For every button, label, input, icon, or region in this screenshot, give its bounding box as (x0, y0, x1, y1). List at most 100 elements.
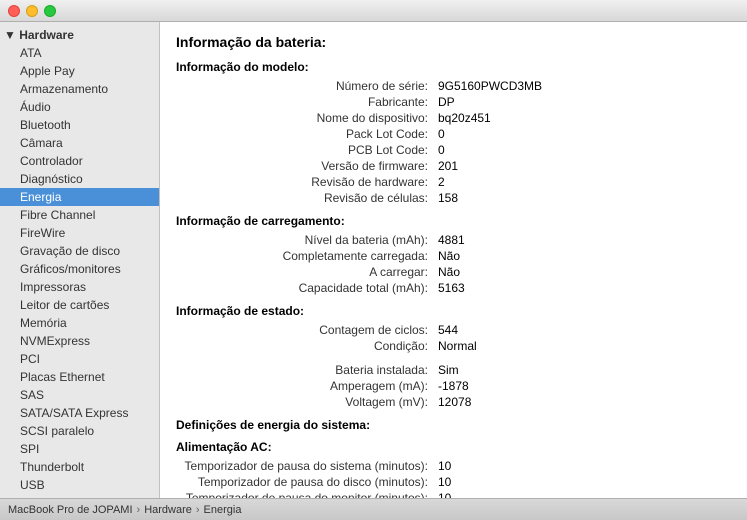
sidebar-item-armazenamento[interactable]: Armazenamento (0, 80, 159, 98)
sidebar-item-impressoras[interactable]: Impressoras (0, 278, 159, 296)
breadcrumb: MacBook Pro de JOPAMI › Hardware › Energ… (8, 504, 241, 516)
section-3: Bateria instalada:SimAmperagem (mA):-187… (176, 362, 731, 410)
row-label: Amperagem (mA): (176, 378, 436, 394)
row-label: Voltagem (mV): (176, 394, 436, 410)
table-row: A carregar:Não (176, 264, 731, 280)
table-row: Condição:Normal (176, 338, 731, 354)
section-2: Informação de estado: Contagem de ciclos:… (176, 304, 731, 354)
row-label: Número de série: (176, 78, 436, 94)
row-label: Versão de firmware: (176, 158, 436, 174)
maximize-button[interactable] (44, 5, 56, 17)
sidebar-item-firewire[interactable]: FireWire (0, 224, 159, 242)
sidebar-item-graficos-monitores[interactable]: Gráficos/monitores (0, 260, 159, 278)
sidebar-item-bluetooth[interactable]: Bluetooth (0, 116, 159, 134)
row-label: Nome do dispositivo: (176, 110, 436, 126)
sidebar-item-nvmexpress[interactable]: NVMExpress (0, 332, 159, 350)
sidebar-item-pci[interactable]: PCI (0, 350, 159, 368)
table-row: PCB Lot Code:0 (176, 142, 731, 158)
table-row: Temporizador de pausa do sistema (minuto… (176, 458, 731, 474)
row-value: 544 (436, 322, 731, 338)
row-value: 201 (436, 158, 731, 174)
row-value: Normal (436, 338, 731, 354)
row-label: Fabricante: (176, 94, 436, 110)
sidebar-item-spi[interactable]: SPI (0, 440, 159, 458)
info-table-5: Temporizador de pausa do sistema (minuto… (176, 458, 731, 498)
status-bar: MacBook Pro de JOPAMI › Hardware › Energ… (0, 498, 747, 520)
sidebar-item-sata[interactable]: SATA/SATA Express (0, 404, 159, 422)
row-label: PCB Lot Code: (176, 142, 436, 158)
section-title-0: Informação do modelo: (176, 60, 731, 74)
sidebar-item-fibre-channel[interactable]: Fibre Channel (0, 206, 159, 224)
row-value: Não (436, 248, 731, 264)
row-value: 10 (436, 474, 731, 490)
sidebar-item-apple-pay[interactable]: Apple Pay (0, 62, 159, 80)
row-value: Não (436, 264, 731, 280)
row-label: Capacidade total (mAh): (176, 280, 436, 296)
table-row: Fabricante:DP (176, 94, 731, 110)
sidebar-item-usb[interactable]: USB (0, 476, 159, 494)
section-title-2: Informação de estado: (176, 304, 731, 318)
sidebar-item-placas-ethernet[interactable]: Placas Ethernet (0, 368, 159, 386)
table-row: Nível da bateria (mAh):4881 (176, 232, 731, 248)
table-row: Nome do dispositivo:bq20z451 (176, 110, 731, 126)
table-row: Amperagem (mA):-1878 (176, 378, 731, 394)
row-value: 2 (436, 174, 731, 190)
sidebar-item-audio[interactable]: Áudio (0, 98, 159, 116)
row-value: 0 (436, 126, 731, 142)
info-table-1: Nível da bateria (mAh):4881Completamente… (176, 232, 731, 296)
sidebar-item-diagnostico[interactable]: Diagnóstico (0, 170, 159, 188)
section-title-1: Informação de carregamento: (176, 214, 731, 228)
sidebar-item-sas[interactable]: SAS (0, 386, 159, 404)
breadcrumb-item: MacBook Pro de JOPAMI (8, 504, 133, 516)
row-label: Nível da bateria (mAh): (176, 232, 436, 248)
row-value: 12078 (436, 394, 731, 410)
info-table-0: Número de série:9G5160PWCD3MBFabricante:… (176, 78, 731, 206)
row-label: Temporizador de pausa do sistema (minuto… (176, 458, 436, 474)
row-value: 5163 (436, 280, 731, 296)
row-value: DP (436, 94, 731, 110)
sidebar-item-camara[interactable]: Câmara (0, 134, 159, 152)
main-layout: ▼ HardwareATAApple PayArmazenamentoÁudio… (0, 22, 747, 498)
section-0: Informação do modelo: Número de série:9G5… (176, 60, 731, 206)
row-label: Temporizador de pausa do disco (minutos)… (176, 474, 436, 490)
section-5: Alimentação AC: Temporizador de pausa do … (176, 440, 731, 498)
row-value: bq20z451 (436, 110, 731, 126)
table-row: Bateria instalada:Sim (176, 362, 731, 378)
table-row: Temporizador de pausa do monitor (minuto… (176, 490, 731, 498)
table-row: Número de série:9G5160PWCD3MB (176, 78, 731, 94)
row-label: Pack Lot Code: (176, 126, 436, 142)
section-title-5: Alimentação AC: (176, 440, 731, 454)
sidebar-item-scsi-paralelo[interactable]: SCSI paralelo (0, 422, 159, 440)
row-value: 10 (436, 490, 731, 498)
sidebar-item-energia[interactable]: Energia (0, 188, 159, 206)
close-button[interactable] (8, 5, 20, 17)
table-row: Voltagem (mV):12078 (176, 394, 731, 410)
info-table-2: Contagem de ciclos:544Condição:Normal (176, 322, 731, 354)
sidebar: ▼ HardwareATAApple PayArmazenamentoÁudio… (0, 22, 160, 498)
content-title: Informação da bateria: (176, 34, 731, 50)
section-1: Informação de carregamento: Nível da bate… (176, 214, 731, 296)
minimize-button[interactable] (26, 5, 38, 17)
sidebar-item-gravacao-disco[interactable]: Gravação de disco (0, 242, 159, 260)
table-row: Completamente carregada:Não (176, 248, 731, 264)
section-4: Definições de energia do sistema: (176, 418, 731, 432)
sidebar-item-hardware-header[interactable]: ▼ Hardware (0, 26, 159, 44)
sidebar-item-thunderbolt[interactable]: Thunderbolt (0, 458, 159, 476)
sidebar-item-memoria[interactable]: Memória (0, 314, 159, 332)
row-value: Sim (436, 362, 731, 378)
sidebar-item-rede-header[interactable]: ▼ Rede (0, 494, 159, 498)
breadcrumb-item: Hardware (144, 504, 192, 516)
row-label: Temporizador de pausa do monitor (minuto… (176, 490, 436, 498)
row-value: 4881 (436, 232, 731, 248)
sidebar-item-controlador[interactable]: Controlador (0, 152, 159, 170)
row-label: Bateria instalada: (176, 362, 436, 378)
sidebar-item-leitor-cartoes[interactable]: Leitor de cartões (0, 296, 159, 314)
row-value: 9G5160PWCD3MB (436, 78, 731, 94)
table-row: Revisão de células:158 (176, 190, 731, 206)
breadcrumb-separator: › (137, 504, 141, 516)
row-label: A carregar: (176, 264, 436, 280)
row-label: Contagem de ciclos: (176, 322, 436, 338)
content-area: Informação da bateria: Informação do mode… (160, 22, 747, 498)
sidebar-item-ata[interactable]: ATA (0, 44, 159, 62)
row-value: -1878 (436, 378, 731, 394)
